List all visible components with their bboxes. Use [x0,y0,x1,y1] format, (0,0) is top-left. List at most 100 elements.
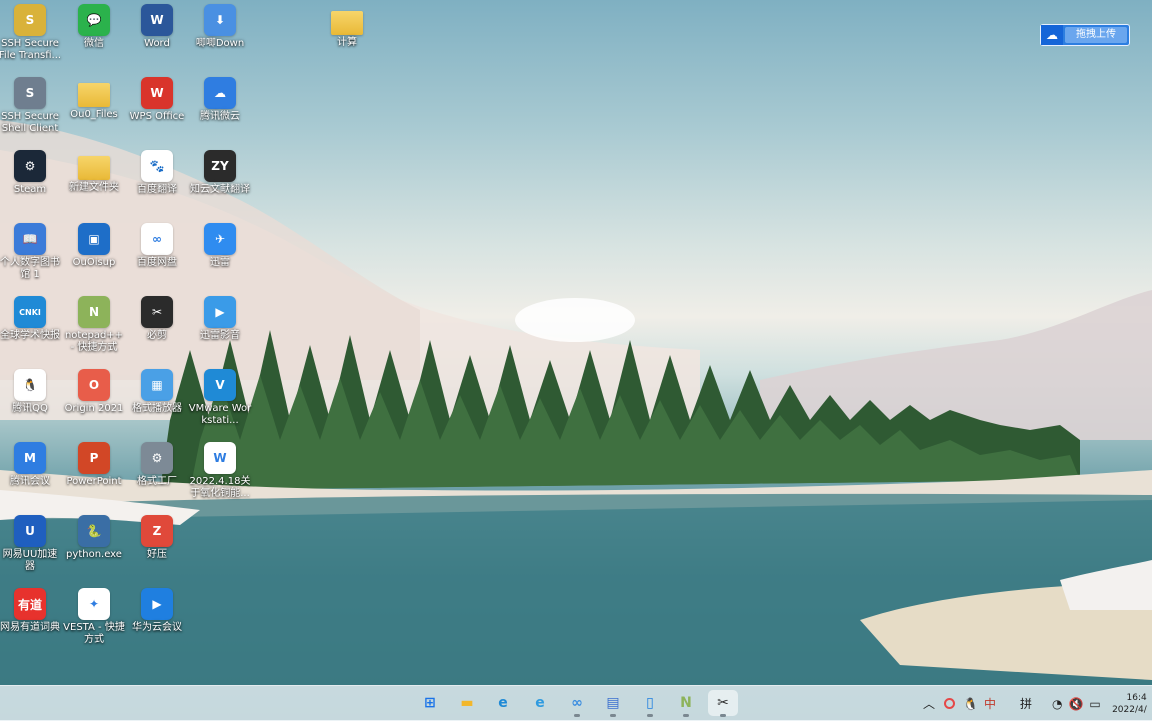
taskbar-internet-explorer-button[interactable]: e [525,690,555,716]
desktop-icon[interactable]: W 2022.4.18关于氧化铜能... [188,442,252,500]
app-icon: ✂ [141,296,173,328]
desktop-icon[interactable]: ✂ 必剪 [125,296,189,342]
desktop-icon[interactable]: ⚙ Steam [0,150,62,196]
app-icon: W [141,77,173,109]
desktop-icon[interactable]: ZY 知云文献翻译 [188,150,252,196]
app-icon: M [14,442,46,474]
desktop-icon-label: PowerPoint [66,476,122,487]
folder-icon [78,83,110,107]
desktop-icon[interactable]: U 网易UU加速器 [0,515,62,573]
record-dot-icon[interactable] [944,698,955,709]
desktop-icon[interactable]: ▣ OuOisup [62,223,126,269]
qq-tray-icon[interactable]: 🐧 [963,697,978,711]
desktop-icon[interactable]: ⬇ 唧唧Down [188,4,252,50]
desktop-icon[interactable]: ⚙ 格式工厂 [125,442,189,488]
desktop-icon[interactable]: ✦ VESTA - 快捷方式 [62,588,126,646]
desktop-icon-label: 迅雷 [210,257,230,268]
folder-icon [78,156,110,180]
taskbar: ⊞ ▬ e e ∞ ▤ ▯ N ✂ ︿ 🐧 中 拼 ◔ 🔇 ▭ 16:4 2022/4/ [0,685,1152,721]
desktop-icon[interactable]: S SSH Secure File Transfi... [0,4,62,62]
desktop-icon[interactable]: P PowerPoint [62,442,126,488]
app-icon: ✈ [204,223,236,255]
desktop-icon[interactable]: S SSH Secure Shell Client [0,77,62,135]
ime-language-indicator[interactable]: 中 [984,695,996,712]
desktop-icon[interactable]: 🐧 腾讯QQ [0,369,62,415]
desktop-icon[interactable]: W WPS Office [125,77,189,123]
desktop-icon[interactable]: Z 好压 [125,515,189,561]
taskbar-bijian-button[interactable]: ✂ [708,690,738,717]
desktop-icon[interactable]: Ou0_Files [62,77,126,121]
desktop-icon[interactable]: ▶ 迅雷影音 [188,296,252,342]
desktop-icon-label: 腾讯会议 [10,476,50,487]
app-icon: ⚙ [141,442,173,474]
desktop-icon-label: 全球学术快报 [0,330,60,341]
desktop-icon[interactable]: O Origin 2021 [62,369,126,415]
drag-upload-widget[interactable]: ☁ 拖拽上传 [1040,24,1130,46]
app-icon: 📖 [14,223,46,255]
clock-time: 16:4 [1126,692,1147,703]
app-icon: ⬇ [204,4,236,36]
desktop-icon-label: Ou0_Files [70,109,118,120]
desktop-icon-label: Steam [13,184,47,195]
desktop-icon[interactable]: ✈ 迅雷 [188,223,252,269]
ime-mode-indicator[interactable]: 拼 [1020,695,1032,712]
desktop-icon[interactable]: 有道 网易有道词典 [0,588,62,634]
app-icon: 🐍 [78,515,110,547]
desktop-icon[interactable]: ▶ 华为云会议 [125,588,189,634]
file-explorer-icon: ▬ [460,695,474,711]
desktop-icon[interactable]: 🐾 百度翻译 [125,150,189,196]
desktop-icon[interactable]: 新建文件夹 [62,150,126,194]
app-icon: W [141,4,173,36]
running-indicator [647,714,653,717]
desktop-icon[interactable]: 💬 微信 [62,4,126,50]
taskbar-file-explorer-button[interactable]: ▬ [452,690,482,716]
desktop-icon-label: 计算 [337,37,357,48]
app-icon: O [78,369,110,401]
taskbar-start-button[interactable]: ⊞ [415,690,445,716]
desktop-icon-label: 格式播放器 [132,403,182,414]
desktop-icon[interactable]: V VMware Workstati... [188,369,252,427]
desktop-icon[interactable]: 🐍 python.exe [62,515,126,561]
chevron-up-icon[interactable]: ︿ [922,695,936,712]
desktop-icon[interactable]: W Word [125,4,189,50]
desktop-icon-label: 新建文件夹 [69,182,119,193]
edge-icon: e [498,695,508,711]
battery-icon[interactable]: ▭ [1089,697,1100,711]
taskbar-baidu-netdisk-button[interactable]: ∞ [562,690,592,717]
desktop-icon[interactable]: 计算 [315,5,379,49]
app-icon: V [204,369,236,401]
taskbar-document-app-button[interactable]: ▤ [598,690,628,717]
desktop-icon[interactable]: M 腾讯会议 [0,442,62,488]
app-icon: 有道 [14,588,46,620]
wifi-icon[interactable]: ◔ [1052,697,1062,711]
desktop-icon[interactable]: ∞ 百度网盘 [125,223,189,269]
desktop-icon-label: 迅雷影音 [200,330,240,341]
desktop-icon-label: 网易UU加速器 [2,549,58,572]
app-icon: S [14,4,46,36]
app-icon: 💬 [78,4,110,36]
desktop-icon-label: 必剪 [147,330,167,341]
clock[interactable]: 16:4 2022/4/ [1107,692,1147,716]
desktop-icon-label: Word [144,38,170,49]
app-icon: ▶ [204,296,236,328]
running-indicator [610,714,616,717]
desktop-icon[interactable]: 📖 个人数字图书馆 1 [0,223,62,281]
taskbar-notepad-plus-button[interactable]: N [671,690,701,717]
desktop-icon-label: SSH Secure File Transfi... [0,38,62,61]
desktop-icon[interactable]: CNKI 全球学术快报 [0,296,62,342]
desktop-icon-label: 个人数字图书馆 1 [0,257,60,280]
desktop-icon[interactable]: ▦ 格式播放器 [125,369,189,415]
app-icon: CNKI [14,296,46,328]
volume-muted-icon[interactable]: 🔇 [1068,697,1083,711]
folder-icon [331,11,363,35]
desktop-icon-label: 百度翻译 [137,184,177,195]
running-indicator [683,714,689,717]
desktop-icon[interactable]: ☁ 腾讯微云 [188,77,252,123]
desktop-icon-label: VMware Workstati... [188,403,252,426]
app-icon: ▶ [141,588,173,620]
taskbar-phone-link-button[interactable]: ▯ [635,690,665,717]
app-icon: 🐾 [141,150,173,182]
app-icon: U [14,515,46,547]
taskbar-edge-button[interactable]: e [488,690,518,716]
desktop-icon[interactable]: Nnotepad++ - 快捷方式 [62,296,126,354]
